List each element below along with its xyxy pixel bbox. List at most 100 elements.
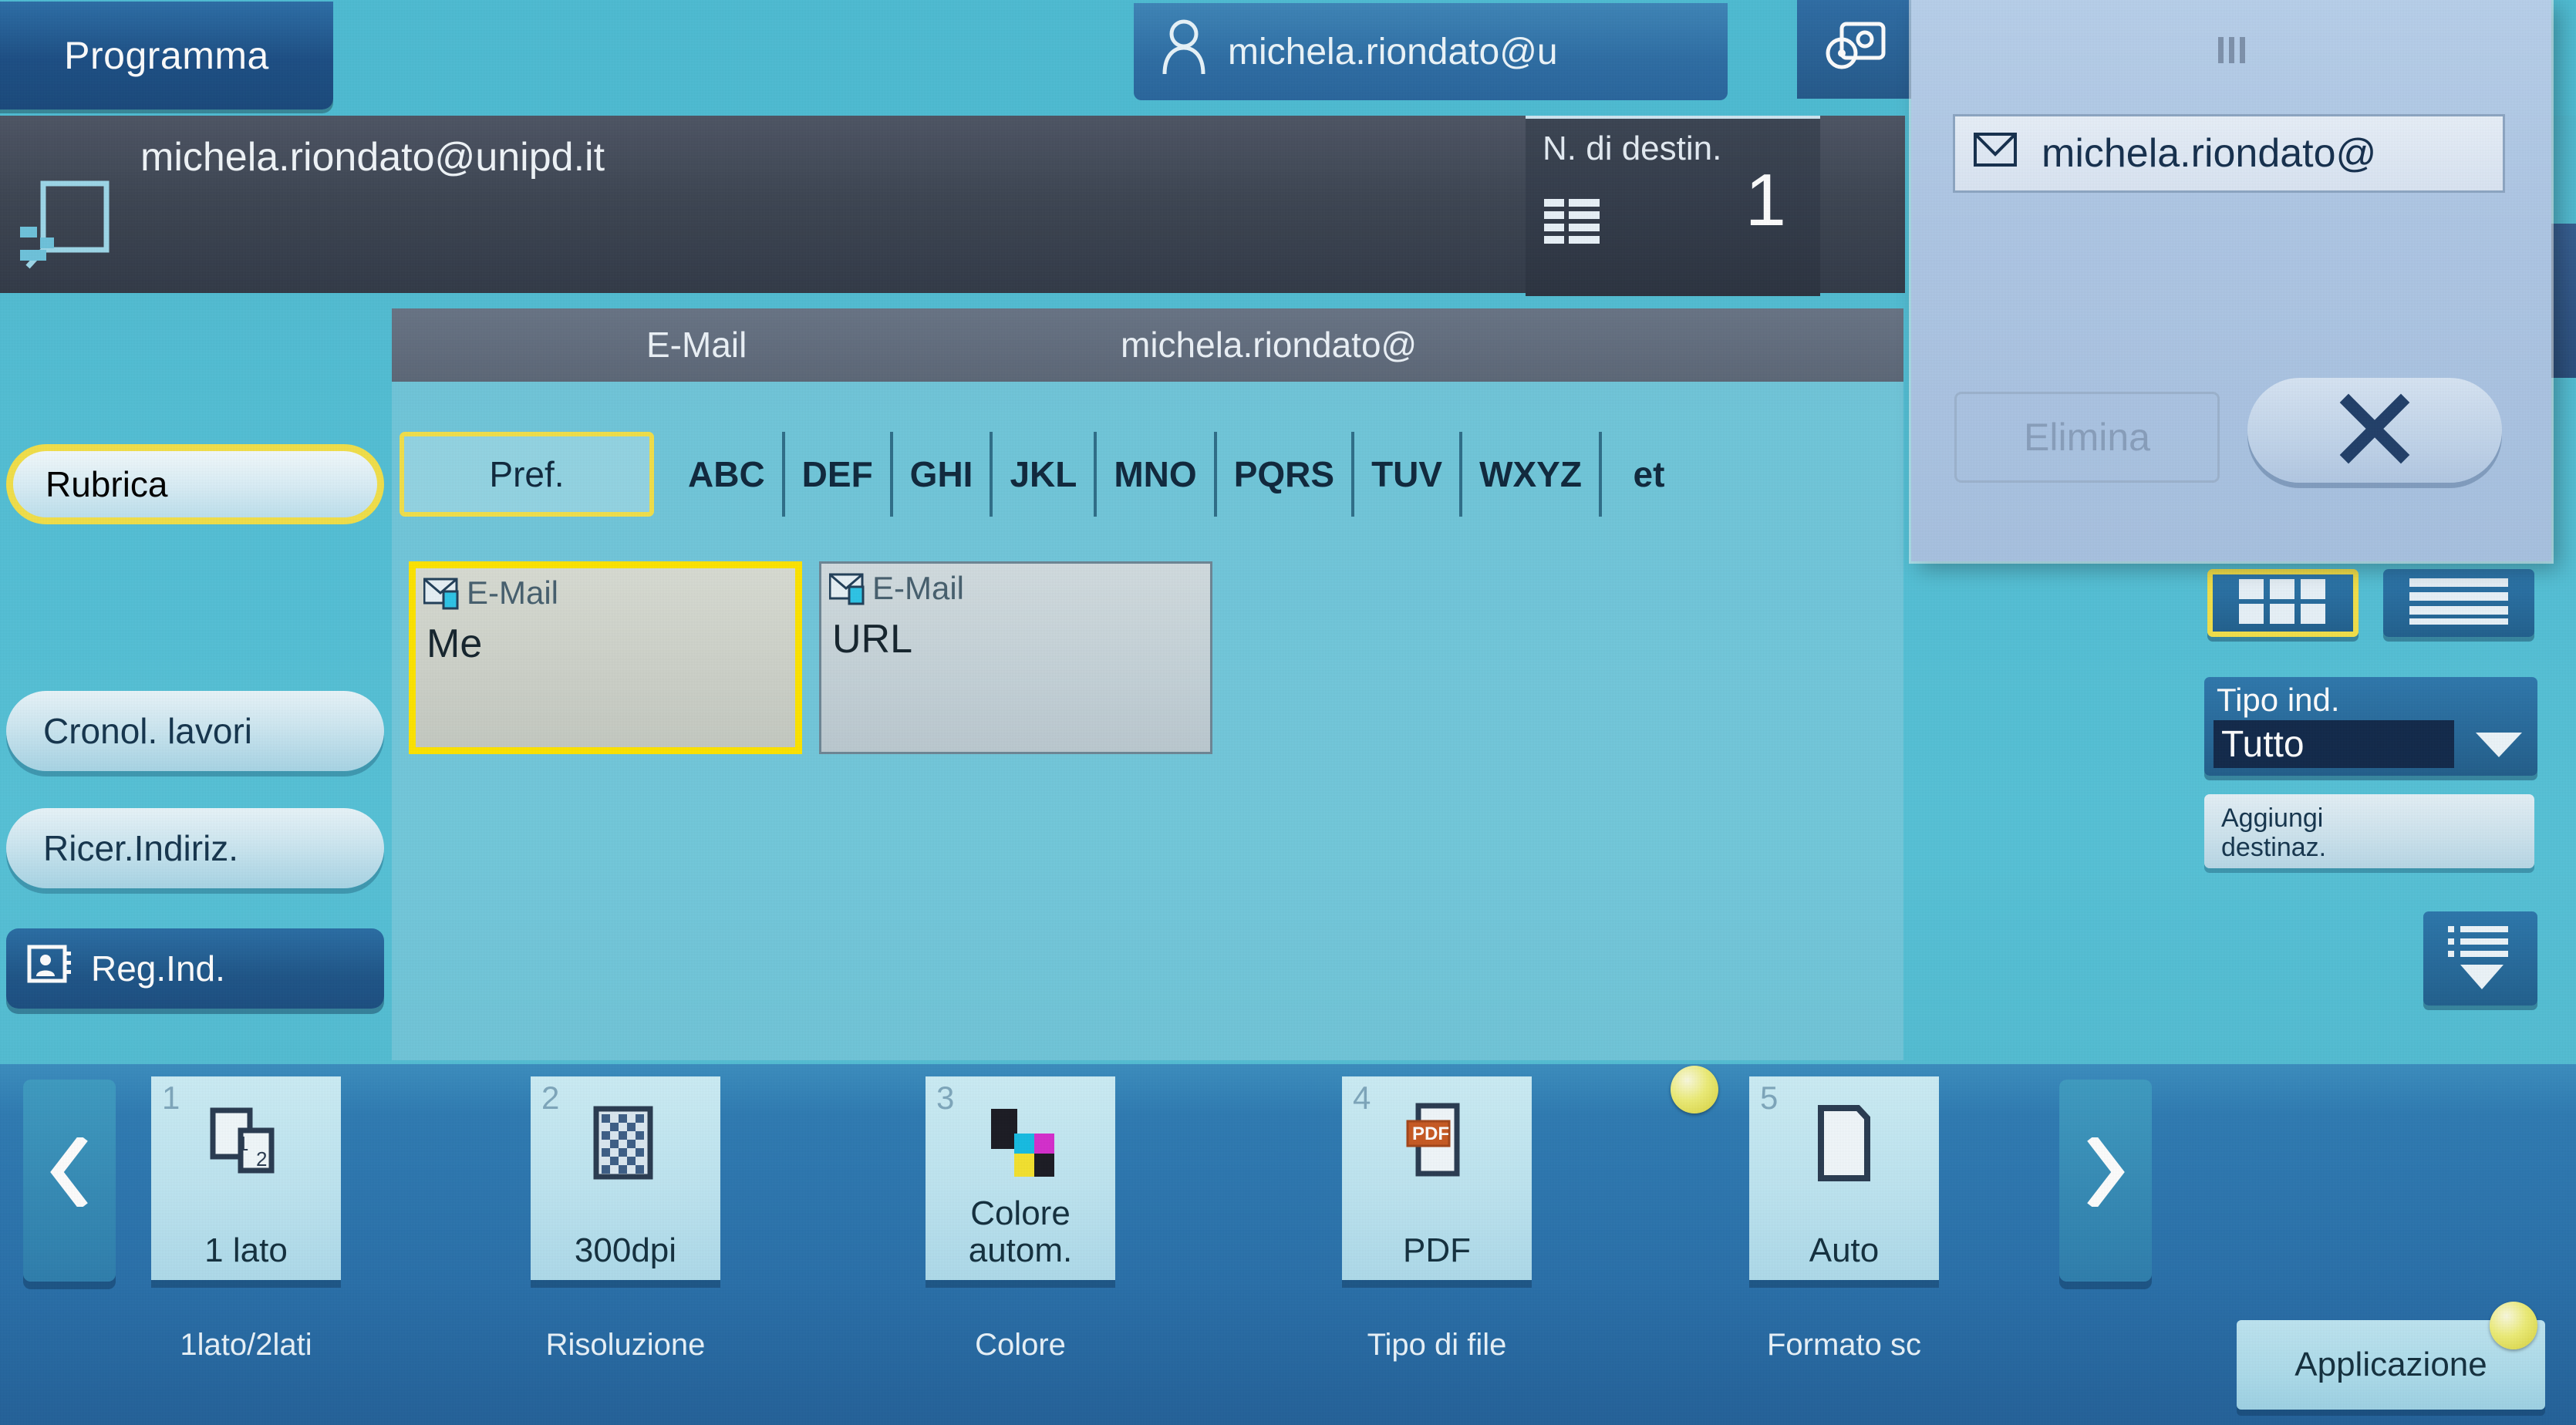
sidebar-item-label: Cronol. lavori [43,711,252,751]
alpha-tab-pref[interactable]: Pref. [400,432,654,517]
mfp-touch-screen: Programma michela.riondato@u michela.rio… [0,0,2576,1425]
cmyk-swatches-icon [926,1104,1115,1184]
sidebar-item-label: Reg.Ind. [91,948,225,989]
popup-destination-item[interactable]: michela.riondato@ [1953,114,2505,193]
tile-value: PDF [1403,1231,1471,1269]
alpha-tab-label: DEF [801,454,873,494]
close-x-icon [2336,390,2413,471]
alpha-tab-label: JKL [1010,454,1077,494]
alphabet-tab-row: Pref. ABC DEF GHI JKL MNO PQRS TUV WXYZ … [400,432,1696,517]
drag-handle-icon[interactable] [1911,37,2551,63]
sidebar-item-rubrica[interactable]: Rubrica [6,444,384,524]
destination-count-box[interactable]: N. di destin. 1 [1526,116,1820,296]
programma-button[interactable]: Programma [0,2,333,109]
tile-value: 1 lato [204,1231,288,1269]
elimina-button[interactable]: Elimina [1954,392,2220,483]
svg-text:2: 2 [256,1147,267,1171]
alpha-tab-mno[interactable]: MNO [1094,432,1213,517]
alpha-tab-abc[interactable]: ABC [671,432,782,517]
user-email-label: michela.riondato@u [1228,31,1558,72]
add-destination-line2: destinaz. [2221,833,2327,862]
email-envelope-icon [423,578,464,610]
alpha-tab-tuv[interactable]: TUV [1351,432,1459,517]
contact-name-label: URL [832,617,913,662]
contact-type-label: E-Mail [872,570,965,606]
add-destination-line1: Aggiungi [2221,803,2324,833]
setting-tile-color[interactable]: 3 Colore autom. [926,1076,1115,1280]
pdf-file-icon: PDF [1342,1103,1532,1184]
next-page-button[interactable] [2059,1080,2152,1282]
sidebar-item-cronologia-lavori[interactable]: Cronol. lavori [6,691,384,771]
bottom-toolbar [0,1064,2576,1425]
tile-caption: Risoluzione [545,1328,706,1362]
alpha-tab-pqrs[interactable]: PQRS [1213,432,1351,517]
alpha-tab-label: ABC [688,454,765,494]
applicazione-label: Applicazione [2294,1346,2487,1383]
tile-value: Colore autom. [968,1194,1073,1269]
destination-popup: michela.riondato@ Elimina [1911,0,2551,561]
previous-page-button[interactable] [23,1080,116,1282]
alpha-tab-etc[interactable]: et [1598,432,1696,517]
alpha-tab-label: Pref. [489,454,565,494]
alpha-tab-label: MNO [1114,454,1197,494]
address-type-selector[interactable]: Tipo ind. Tutto [2204,677,2537,776]
destination-count-value: 1 [1745,159,1786,241]
destination-address-preview: michela.riondato@ [1121,325,1418,365]
tile-badge-dot [1671,1066,1718,1113]
tile-caption: 1lato/2lati [180,1328,312,1362]
setting-tile-duplex[interactable]: 1 1 2 1 lato [151,1076,341,1280]
list-view-button[interactable] [2383,569,2534,637]
add-destination-button[interactable]: Aggiungi destinaz. [2204,794,2534,868]
contact-name-label: Me [427,622,483,666]
scroll-down-button[interactable] [2423,911,2537,1006]
scroll-down-icon [2443,921,2517,996]
selected-destination-strip: E-Mail michela.riondato@ [392,308,1903,382]
tile-caption: Tipo di file [1367,1328,1507,1362]
destination-count-label: N. di destin. [1543,130,1722,167]
contact-type-label: E-Mail [467,574,559,611]
applicazione-badge-dot [2490,1302,2537,1349]
gear-speech-icon [1822,19,1888,80]
contact-card[interactable]: E-Mail Me [409,561,802,754]
grid-view-icon [2236,574,2330,632]
chevron-down-icon [2474,729,2524,763]
sidebar-item-registrazione-indirizzo[interactable]: Reg.Ind. [6,928,384,1009]
list-table-icon [1543,196,1601,254]
destination-email-label: michela.riondato@unipd.it [140,135,605,180]
alpha-tab-label: et [1633,454,1665,494]
destination-type-label: E-Mail [646,325,747,365]
tile-caption: Formato sc [1766,1328,1922,1362]
tile-value: Auto [1809,1231,1880,1269]
elimina-label: Elimina [2024,416,2150,459]
alpha-tab-wxyz[interactable]: WXYZ [1459,432,1599,517]
envelope-icon [1974,130,2017,177]
alpha-tab-jkl[interactable]: JKL [990,432,1094,517]
tile-value: 300dpi [574,1231,677,1269]
alpha-tab-label: TUV [1371,454,1443,494]
popup-destination-label: michela.riondato@ [2042,131,2377,176]
grid-view-button[interactable] [2207,569,2359,637]
contact-card[interactable]: E-Mail URL [819,561,1212,754]
email-envelope-icon [828,573,869,605]
halftone-grid-icon [531,1104,720,1184]
close-button[interactable] [2247,378,2502,483]
tile-caption: Colore [975,1328,1066,1362]
setting-tile-resolution[interactable]: 2 300dpi [531,1076,720,1280]
address-type-label: Tipo ind. [2217,682,2340,718]
setting-tile-filetype[interactable]: 4 PDF PDF [1342,1076,1532,1280]
settings-button[interactable] [1797,0,1913,99]
user-badge[interactable]: michela.riondato@u [1134,3,1728,100]
alpha-tab-label: PQRS [1233,454,1335,494]
page-outline-icon [1749,1104,1939,1184]
programma-label: Programma [64,34,269,77]
scan-document-icon [17,176,117,276]
alpha-tab-ghi[interactable]: GHI [889,432,990,517]
alpha-tab-label: WXYZ [1479,454,1582,494]
sidebar-item-ricerca-indirizzo[interactable]: Ricer.Indiriz. [6,808,384,888]
chevron-left-icon [46,1134,93,1224]
address-type-value: Tutto [2214,720,2454,768]
sidebar-item-label: Ricer.Indiriz. [43,828,239,868]
alpha-tab-def[interactable]: DEF [781,432,890,517]
sidebar-item-label: Rubrica [46,464,168,504]
setting-tile-scan-size[interactable]: 5 Auto [1749,1076,1939,1280]
